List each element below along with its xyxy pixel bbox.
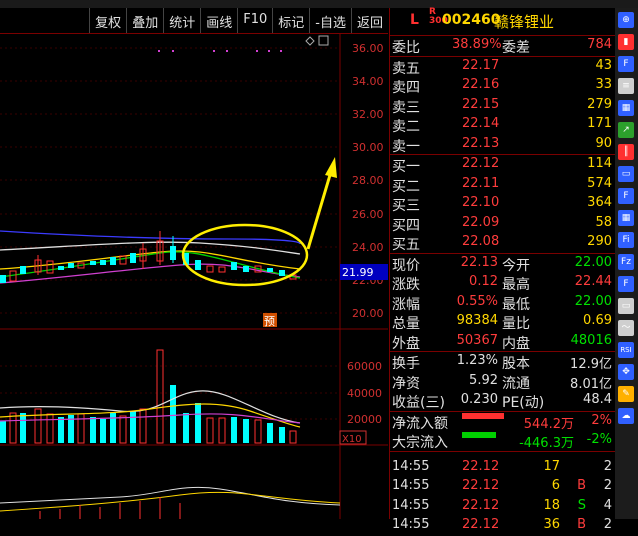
- diamond-icon[interactable]: [305, 36, 315, 46]
- pen-icon[interactable]: ✎: [618, 386, 634, 402]
- price-tick: 30.00: [352, 141, 384, 154]
- price-tick: 24.00: [352, 241, 384, 254]
- stock-code: 002460: [442, 12, 501, 28]
- table-icon[interactable]: ▦: [618, 100, 634, 116]
- bid-book: 买一 22.12 114 买二 22.11 574 买三 22.10 364 买四 22.09…: [390, 155, 616, 254]
- bid-row[interactable]: 买一 22.12 114: [390, 155, 616, 175]
- bid-row[interactable]: 买三 22.10 364: [390, 194, 616, 214]
- macd-icon[interactable]: 〜: [618, 320, 634, 336]
- toolbar-adjust-button[interactable]: 复权: [89, 8, 126, 33]
- stat-row: 净资 5.92 流通 8.01亿: [392, 372, 612, 392]
- trend-icon[interactable]: ↗: [618, 122, 634, 138]
- quote-panel: L R 300 002460 赣锋锂业 委比 38.89% 委差 784 卖五 22…: [389, 8, 616, 532]
- chart-toolbar: 复权 叠加 统计 画线 F10 标记 -自选 返回: [0, 8, 388, 34]
- flow-row: 大宗流入 -446.3万 -2%: [392, 432, 612, 451]
- list-icon[interactable]: ≡: [618, 78, 634, 94]
- panel-icon[interactable]: ▭: [618, 298, 634, 314]
- volume-axis: 60000 40000 20000: [347, 360, 382, 426]
- quote-row: 总量 98384 量比 0.69: [392, 313, 612, 332]
- pin-icon[interactable]: F: [618, 276, 634, 292]
- flow-bar: [462, 432, 496, 438]
- rsi-icon[interactable]: RSI: [618, 342, 634, 358]
- fiz-icon[interactable]: Fz: [618, 254, 634, 270]
- ask-row[interactable]: 卖三 22.15 279: [390, 96, 616, 116]
- fin-icon[interactable]: Fi: [618, 232, 634, 248]
- window-icon[interactable]: ▭: [618, 166, 634, 182]
- price-tick: 28.00: [352, 174, 384, 187]
- bid-row[interactable]: 买五 22.08 290: [390, 233, 616, 253]
- fund-icon[interactable]: F: [618, 188, 634, 204]
- volume-tick: 60000: [347, 360, 382, 373]
- ask-row[interactable]: 卖五 22.17 43: [390, 57, 616, 77]
- ask-row[interactable]: 卖一 22.13 90: [390, 135, 616, 155]
- kline-chart[interactable]: 36.00 34.00 32.00 30.00 28.00 26.00 24.0…: [0, 33, 388, 519]
- volume-tick: 40000: [347, 387, 382, 400]
- candle-icon[interactable]: ║: [618, 144, 634, 160]
- quote-row: 涨幅 0.55% 最低 22.00: [392, 293, 612, 313]
- toolbar-f10-button[interactable]: F10: [237, 8, 272, 33]
- tick-row: 14:55 22.12 18 S 4: [392, 497, 612, 513]
- quote-row: 现价 22.13 今开 22.00: [392, 254, 612, 274]
- minute-chart-icon[interactable]: ⊕: [618, 12, 634, 28]
- toolbar-unfavorite-button[interactable]: -自选: [309, 8, 351, 33]
- capital-flow: 净流入额 544.2万 2% 大宗流入 -446.3万 -2%: [390, 412, 616, 452]
- price-tick: 34.00: [352, 75, 384, 88]
- toolbar-draw-button[interactable]: 画线: [200, 8, 237, 33]
- forecast-badge-label: 预: [264, 315, 275, 328]
- volume-unit: X10: [342, 434, 362, 445]
- tick-row: 14:55 22.12 17 2: [392, 458, 612, 474]
- quote-row: 涨跌 0.12 最高 22.44: [392, 274, 612, 293]
- window-top-strip: [0, 0, 638, 8]
- toolbar-back-button[interactable]: 返回: [350, 8, 388, 33]
- quote-summary: 现价 22.13 今开 22.00 涨跌 0.12 最高 22.44 涨幅 0.55% 最低 22…: [390, 254, 616, 352]
- move-icon[interactable]: ✥: [618, 364, 634, 380]
- stock-flag: L: [410, 12, 419, 28]
- stat-row: 换手 1.23% 股本 12.9亿: [392, 353, 612, 372]
- bid-row[interactable]: 买四 22.09 58: [390, 214, 616, 234]
- volume-tick: 20000: [347, 413, 382, 426]
- ask-book: 卖五 22.17 43 卖四 22.16 33 卖三 22.15 279 卖二 22.14 17…: [390, 57, 616, 155]
- price-tick: 26.00: [352, 208, 384, 221]
- price-tick: 36.00: [352, 42, 384, 55]
- stock-header: L R 300 002460 赣锋锂业: [390, 8, 616, 36]
- price-tick: 32.00: [352, 108, 384, 121]
- quote-row: 外盘 50367 内盘 48016: [392, 332, 612, 352]
- flow-row: 净流入额 544.2万 2%: [392, 412, 612, 432]
- chart-controls[interactable]: [305, 35, 329, 46]
- ask-row[interactable]: 卖二 22.14 171: [390, 115, 616, 135]
- moving-average-lines: [0, 230, 301, 284]
- weibi-row: 委比 38.89% 委差 784: [390, 36, 616, 57]
- toolbar-stats-button[interactable]: 统计: [163, 8, 200, 33]
- current-price-label: 21.99: [342, 266, 374, 279]
- maximize-icon[interactable]: [318, 35, 329, 46]
- price-tick: 20.00: [352, 307, 384, 320]
- flow-bar: [462, 412, 504, 419]
- bid-row[interactable]: 买二 22.11 574: [390, 175, 616, 195]
- stat-row: 收益(三) 0.230 PE(动) 48.4: [392, 392, 612, 411]
- f10-icon[interactable]: F: [618, 56, 634, 72]
- toolbar-mark-button[interactable]: 标记: [272, 8, 309, 33]
- trend-arrow: [306, 157, 337, 250]
- ask-row[interactable]: 卖四 22.16 33: [390, 76, 616, 96]
- purple-markers: [158, 50, 282, 52]
- fundamentals: 换手 1.23% 股本 12.9亿 净资 5.92 流通 8.01亿 收益(三) 0.230 P…: [390, 352, 616, 412]
- cloud-icon[interactable]: ☁: [618, 408, 634, 424]
- indicator-lines: [0, 486, 341, 519]
- tool-sidebar: ⊕ ▮ F ≡ ▦ ↗ ║ ▭ F ▦ Fi Fz F ▭ 〜 RSI ✥ ✎ ☁: [615, 8, 638, 519]
- kline-icon[interactable]: ▮: [618, 34, 634, 50]
- tick-row: 14:55 22.12 6 B 2: [392, 478, 612, 493]
- grid-icon[interactable]: ▦: [618, 210, 634, 226]
- toolbar-overlay-button[interactable]: 叠加: [126, 8, 163, 33]
- tick-list[interactable]: 14:55 22.12 17 2 14:55 22.12 6 B 2 14:55 22.12 18…: [390, 452, 616, 536]
- volume-bars: [0, 349, 297, 444]
- stock-name: 赣锋锂业: [494, 13, 555, 31]
